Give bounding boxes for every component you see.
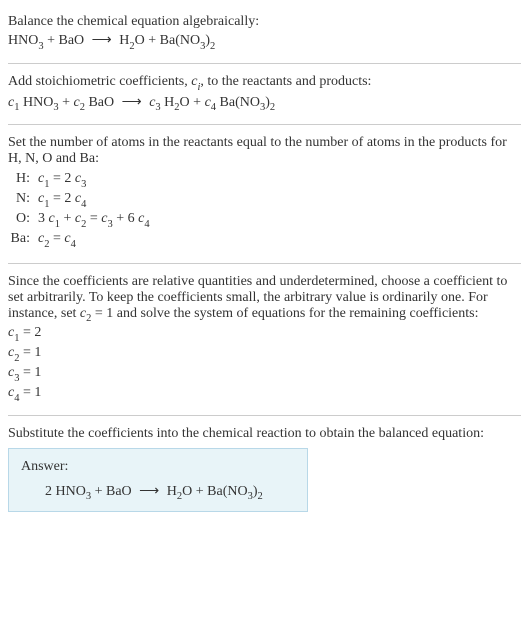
balanced-equation: 2 HNO3 + BaO ⟶ H2O + Ba(NO3)2 — [21, 483, 295, 502]
solve-section: Since the coefficients are relative quan… — [8, 268, 521, 411]
divider — [8, 415, 521, 416]
intro-section: Balance the chemical equation algebraica… — [8, 8, 521, 59]
product-2: Ba(NO3)2 — [207, 484, 263, 499]
divider — [8, 124, 521, 125]
atom-eq: c2 = c4 — [38, 231, 76, 249]
atom-label: H: — [8, 171, 38, 189]
answer-label: Answer: — [21, 459, 295, 475]
solve-intro: Since the coefficients are relative quan… — [8, 274, 521, 324]
product-1: H2O — [119, 33, 145, 48]
arrow-icon: ⟶ — [135, 484, 163, 499]
stoich-intro: Add stoichiometric coefficients, ci, to … — [8, 74, 521, 92]
term-h2o: H2O — [164, 95, 190, 110]
atom-row-n: N: c1 = 2 c4 — [8, 191, 521, 209]
divider — [8, 263, 521, 264]
atom-row-o: O: 3 c1 + c2 = c3 + 6 c4 — [8, 211, 521, 229]
product-2: Ba(NO3)2 — [160, 33, 216, 48]
atom-label: N: — [8, 191, 38, 209]
atoms-intro: Set the number of atoms in the reactants… — [8, 135, 521, 167]
coef-line: c3 = 1 — [8, 365, 521, 383]
term-bano32: Ba(NO3)2 — [220, 95, 276, 110]
stoich-equation: c1 HNO3 + c2 BaO ⟶ c3 H2O + c4 Ba(NO3)2 — [8, 94, 521, 113]
atom-label: Ba: — [8, 231, 38, 249]
coef-line: c1 = 2 — [8, 325, 521, 343]
atom-row-ba: Ba: c2 = c4 — [8, 231, 521, 249]
reactant-1: HNO3 — [8, 33, 44, 48]
coef-line: c2 = 1 — [8, 345, 521, 363]
atom-eq: c1 = 2 c3 — [38, 171, 86, 189]
atom-row-h: H: c1 = 2 c3 — [8, 171, 521, 189]
intro-text: Balance the chemical equation algebraica… — [8, 14, 521, 30]
stoich-section: Add stoichiometric coefficients, ci, to … — [8, 68, 521, 121]
final-intro: Substitute the coefficients into the che… — [8, 426, 521, 442]
coef-line: c4 = 1 — [8, 385, 521, 403]
unbalanced-equation: HNO3 + BaO ⟶ H2O + Ba(NO3)2 — [8, 32, 521, 51]
atoms-section: Set the number of atoms in the reactants… — [8, 129, 521, 258]
divider — [8, 63, 521, 64]
atom-label: O: — [8, 211, 38, 229]
answer-box: Answer: 2 HNO3 + BaO ⟶ H2O + Ba(NO3)2 — [8, 448, 308, 513]
atom-equations: H: c1 = 2 c3 N: c1 = 2 c4 O: 3 c1 + c2 =… — [8, 171, 521, 248]
final-section: Substitute the coefficients into the che… — [8, 420, 521, 519]
term-bao: BaO — [88, 95, 114, 110]
reactant-2: BaO — [106, 484, 132, 499]
reactant-2: BaO — [59, 33, 85, 48]
arrow-icon: ⟶ — [118, 95, 146, 110]
reactant-1: HNO3 — [56, 484, 92, 499]
term-hno3: HNO3 — [23, 95, 59, 110]
product-1: H2O — [167, 484, 193, 499]
atom-eq: 3 c1 + c2 = c3 + 6 c4 — [38, 211, 150, 229]
arrow-icon: ⟶ — [88, 33, 116, 48]
atom-eq: c1 = 2 c4 — [38, 191, 86, 209]
